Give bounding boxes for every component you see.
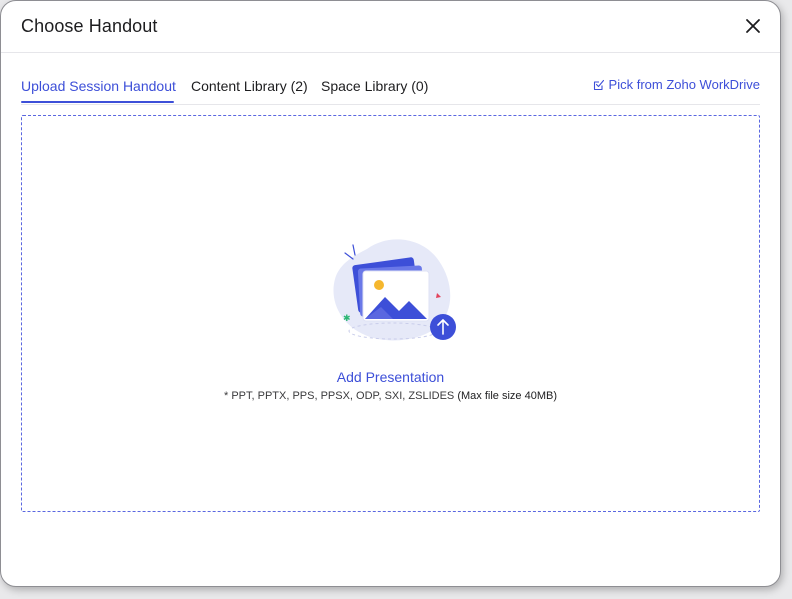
upload-dropzone[interactable]: ✱ Add Presentation * PPT, PPTX, PPS, PPS… — [21, 115, 760, 512]
svg-text:✱: ✱ — [343, 314, 351, 324]
tab-content-library[interactable]: Content Library (2) — [191, 78, 308, 94]
close-icon — [746, 19, 760, 33]
pick-from-workdrive-link[interactable]: Pick from Zoho WorkDrive — [593, 77, 760, 92]
active-tab-indicator — [21, 101, 174, 103]
dialog-title: Choose Handout — [21, 16, 158, 36]
tab-upload-session-handout[interactable]: Upload Session Handout — [21, 78, 176, 94]
presentation-upload-illustration: ✱ — [333, 239, 456, 341]
tab-bar: Upload Session Handout Content Library (… — [21, 61, 760, 105]
close-button[interactable] — [742, 15, 764, 37]
dialog-header: Choose Handout — [1, 1, 780, 53]
tab-space-library[interactable]: Space Library (0) — [321, 78, 428, 94]
workdrive-link-label: Pick from Zoho WorkDrive — [608, 77, 760, 92]
add-presentation-link[interactable]: Add Presentation — [22, 369, 759, 385]
supported-formats-note: * PPT, PPTX, PPS, PPSX, ODP, SXI, ZSLIDE… — [22, 390, 759, 402]
max-file-size: (Max file size 40MB) — [457, 390, 557, 402]
format-list: * PPT, PPTX, PPS, PPSX, ODP, SXI, ZSLIDE… — [224, 390, 455, 402]
checkbox-edit-icon — [593, 79, 604, 90]
choose-handout-dialog: Choose Handout Upload Session Handout Co… — [0, 0, 781, 587]
